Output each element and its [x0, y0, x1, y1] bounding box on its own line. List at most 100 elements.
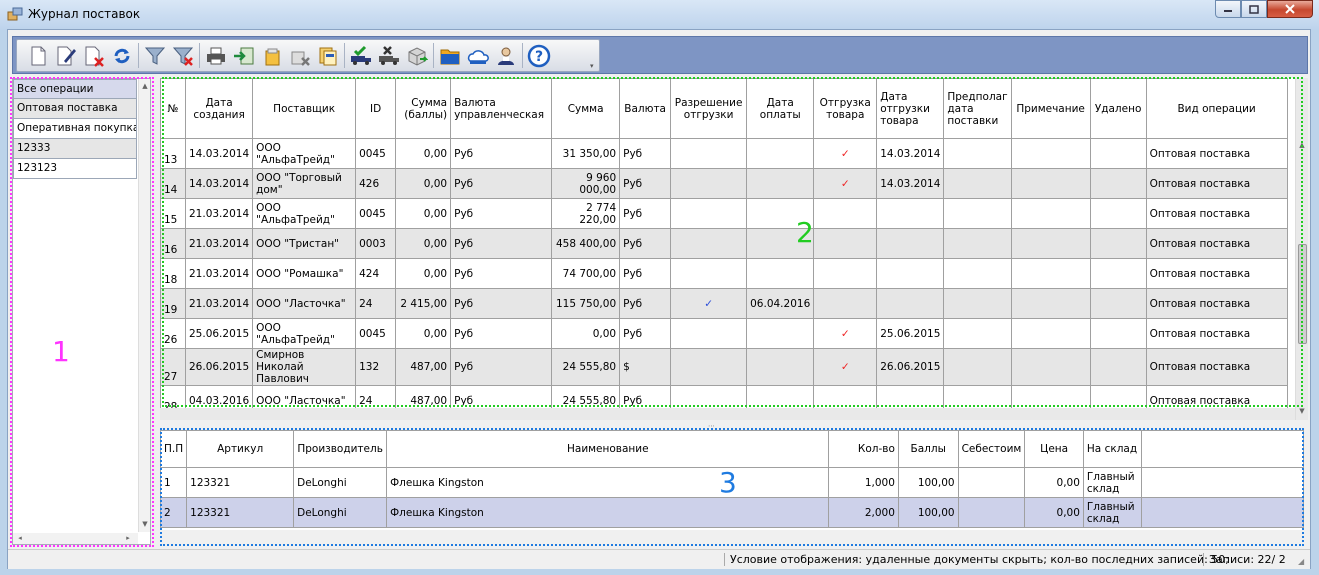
help-button[interactable]: ? — [526, 43, 551, 68]
filter-button[interactable] — [142, 43, 167, 68]
print-button[interactable] — [203, 43, 228, 68]
cell-ship-date: 14.03.2014 — [876, 168, 945, 199]
close-button[interactable] — [1267, 0, 1313, 18]
unconduct-button[interactable] — [287, 43, 312, 68]
item-column-header[interactable]: Цена — [1024, 430, 1084, 468]
operation-type-item[interactable]: Оптовая поставка — [13, 99, 137, 119]
maximize-button[interactable] — [1241, 0, 1267, 18]
cell-ship-date — [876, 288, 945, 319]
new-document-button[interactable] — [25, 43, 50, 68]
operation-row[interactable]: 16 21.03.2014 ООО "Тристан" 0003 0,00 Руб 458 … — [160, 228, 1288, 259]
item-column-header[interactable]: Производитель — [293, 430, 388, 468]
left-vertical-scrollbar[interactable]: ▲ ▼ — [138, 79, 150, 532]
column-header[interactable]: Сумма (баллы) — [395, 78, 452, 139]
item-cell-name: Флешка Kingston — [386, 497, 830, 528]
export-excel-icon — [233, 47, 253, 64]
refresh-button[interactable] — [109, 43, 134, 68]
folder-icon — [440, 49, 459, 64]
column-header[interactable]: Примечание — [1010, 78, 1091, 139]
cell-pay-date — [746, 258, 815, 289]
item-column-header[interactable]: На склад — [1082, 430, 1142, 468]
operations-horizontal-scrollbar[interactable] — [160, 408, 1295, 420]
item-column-header[interactable]: П.П — [160, 430, 188, 468]
operation-row[interactable]: 13 14.03.2014 ООО "АльфаТрейд" 0045 0,00 Руб 3… — [160, 138, 1288, 169]
scroll-up-icon[interactable]: ▲ — [140, 81, 150, 91]
minimize-button[interactable] — [1215, 0, 1241, 18]
item-column-header[interactable]: Наименование — [386, 430, 830, 468]
item-column-header[interactable]: Себестоим — [957, 430, 1026, 468]
column-header[interactable]: Удалено — [1089, 78, 1147, 139]
column-header[interactable]: Поставщик — [252, 78, 357, 139]
cell-date: 14.03.2014 — [184, 138, 254, 169]
cell-cur-mgmt: Руб — [450, 168, 553, 199]
operation-row[interactable]: 18 21.03.2014 ООО "Ромашка" 424 0,00 Руб 74 70… — [160, 258, 1288, 289]
scroll-right-icon[interactable]: ▸ — [123, 533, 133, 543]
scroll-down-icon[interactable]: ▼ — [140, 519, 150, 529]
operation-row[interactable]: 15 21.03.2014 ООО "АльфаТрейд" 0045 0,00 Руб 2… — [160, 198, 1288, 229]
column-header[interactable]: Валюта управленческая — [450, 78, 553, 139]
item-column-header[interactable]: Артикул — [186, 430, 295, 468]
column-header[interactable]: ID — [355, 78, 397, 139]
operation-row[interactable]: 26 25.06.2015 ООО "АльфаТрейд" 0045 0,00 Руб 0… — [160, 318, 1288, 349]
item-column-header[interactable]: Кол-во — [828, 430, 899, 468]
splitter-handle[interactable]: ⋯ — [708, 422, 715, 430]
item-column-header[interactable] — [1140, 430, 1304, 468]
column-header[interactable]: № — [160, 78, 186, 139]
cell-cur: Руб — [619, 288, 672, 319]
column-header[interactable]: Вид операции — [1145, 78, 1288, 139]
cell-supplier: ООО "Тристан" — [252, 228, 357, 259]
operation-row[interactable]: 19 21.03.2014 ООО "Ласточка" 24 2 415,00 Руб 1… — [160, 288, 1288, 319]
documents-button[interactable] — [315, 43, 340, 68]
folder-button[interactable] — [437, 43, 462, 68]
cell-supplier: ООО "Торговый дом" — [252, 168, 357, 199]
edit-document-button[interactable] — [53, 43, 78, 68]
operations-vertical-scrollbar[interactable]: ▲ ▼ — [1295, 78, 1308, 420]
boxes-button[interactable] — [404, 43, 429, 68]
clear-filter-button[interactable] — [170, 43, 195, 68]
cell-shipped — [813, 288, 878, 319]
left-horizontal-scrollbar[interactable]: ◂ ▸ — [13, 533, 138, 544]
column-header[interactable]: Дата отгрузки товара — [876, 78, 945, 139]
operation-row[interactable]: 14 14.03.2014 ООО "Торговый дом" 426 0,00 Руб… — [160, 168, 1288, 199]
operations-scroll-thumb[interactable] — [1298, 244, 1307, 344]
scroll-down-icon[interactable]: ▼ — [1297, 406, 1307, 416]
cell-cur: Руб — [619, 168, 672, 199]
delete-document-button[interactable] — [81, 43, 106, 68]
column-header[interactable]: Дата создания — [184, 78, 254, 139]
column-header[interactable]: Валюта — [619, 78, 672, 139]
documents-icon — [319, 47, 336, 65]
cell-sum: 2 774 220,00 — [551, 198, 621, 229]
item-cell-price: 0,00 — [1024, 497, 1084, 528]
column-header[interactable]: Отгрузка товара — [813, 78, 878, 139]
operation-type-item[interactable]: 123123 — [13, 159, 137, 179]
column-header[interactable]: Дата оплаты — [746, 78, 815, 139]
resize-grip-icon[interactable]: ◢ — [1298, 557, 1308, 567]
shipment-deny-button[interactable] — [376, 43, 401, 68]
cell-supplier: ООО "Ромашка" — [252, 258, 357, 289]
column-header[interactable]: Разрешение отгрузки — [670, 78, 748, 139]
shipment-allow-button[interactable] — [348, 43, 373, 68]
cell-cur-mgmt: Руб — [450, 318, 553, 349]
cloud-upload-button[interactable] — [465, 43, 490, 68]
operation-row[interactable]: 28 04.03.2016 ООО "Ласточка" 24 487,00 Руб 24 … — [160, 385, 1288, 408]
export-button[interactable] — [231, 43, 256, 68]
operation-row[interactable]: 27 26.06.2015 Смирнов Николай Павлович 132 4… — [160, 348, 1288, 386]
item-column-header[interactable]: Баллы — [897, 430, 959, 468]
toolbar-overflow-icon[interactable]: ▾ — [590, 62, 598, 70]
item-cell-article: 123321 — [186, 467, 295, 498]
cell-shipped: ✓ — [813, 138, 878, 169]
scroll-left-icon[interactable]: ◂ — [15, 533, 25, 543]
conduct-button[interactable] — [259, 43, 284, 68]
item-cell-filler — [1140, 467, 1304, 498]
cell-note — [1010, 258, 1091, 289]
operation-type-item[interactable]: Оперативная покупка — [13, 119, 137, 139]
column-header[interactable]: Предполаг дата поставки — [943, 78, 1012, 139]
cell-allow — [670, 318, 748, 349]
item-row[interactable]: 2 123321 DeLonghi Флешка Kingston 2,000 100,0… — [160, 497, 1304, 528]
item-cell-maker: DeLonghi — [293, 497, 388, 528]
column-header[interactable]: Сумма — [551, 78, 621, 139]
operation-type-item[interactable]: Все операции — [13, 79, 137, 99]
operation-type-item[interactable]: 12333 — [13, 139, 137, 159]
scroll-up-icon[interactable]: ▲ — [1297, 140, 1307, 150]
user-button[interactable] — [493, 43, 518, 68]
